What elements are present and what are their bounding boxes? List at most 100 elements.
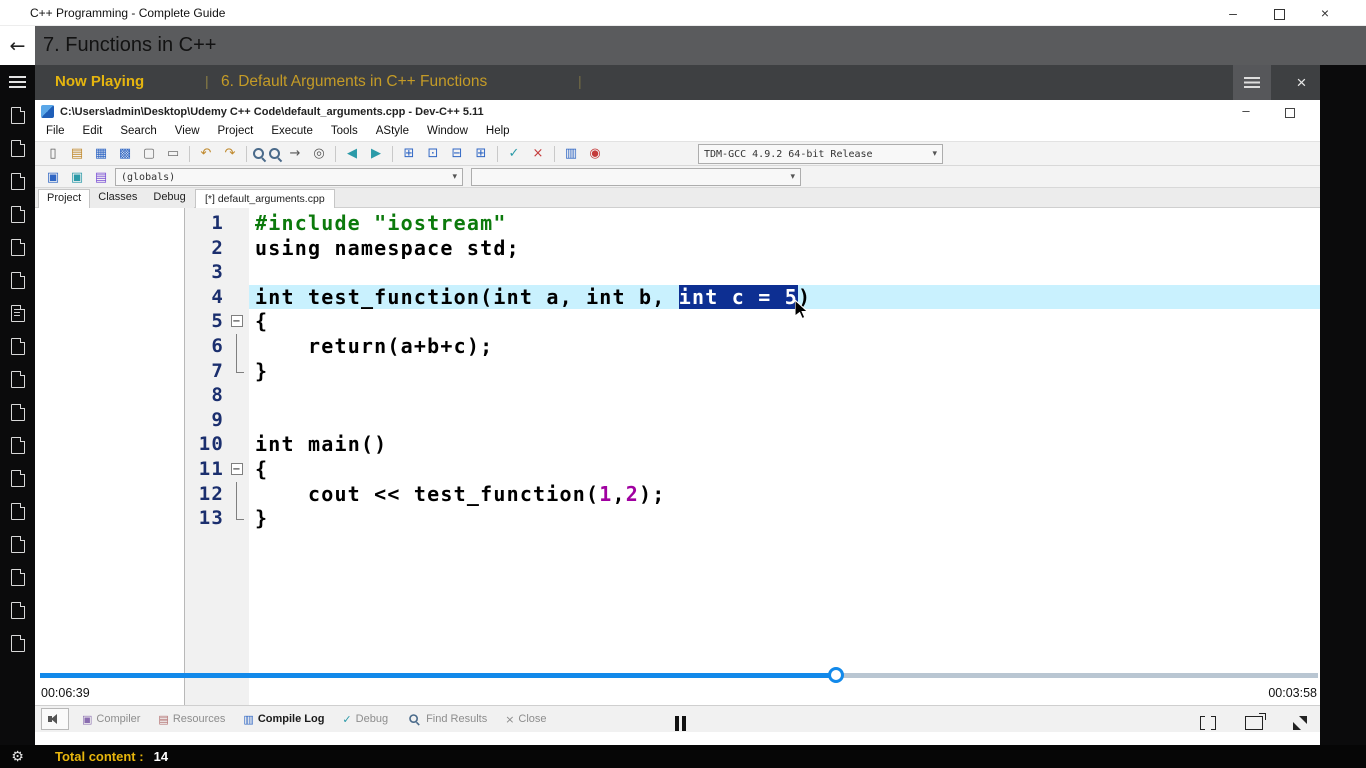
fold-start-marker[interactable] xyxy=(227,309,249,334)
menu-item-help[interactable]: Help xyxy=(477,124,519,141)
bottom-tab-debug[interactable]: ✓Debug xyxy=(333,706,397,732)
goto-line-icon[interactable]: → xyxy=(283,144,307,163)
menu-item-search[interactable]: Search xyxy=(111,124,165,141)
bottom-tab-compile-log[interactable]: ▥Compile Log xyxy=(234,706,333,732)
menu-item-astyle[interactable]: AStyle xyxy=(367,124,418,141)
incremental-search-icon[interactable]: ◎ xyxy=(307,144,331,163)
playlist-button[interactable] xyxy=(1233,65,1271,100)
menu-button[interactable] xyxy=(0,65,35,99)
sidebar-doc-9[interactable] xyxy=(9,371,26,388)
add-to-project-icon[interactable]: ⊟ xyxy=(445,144,469,163)
sidebar-doc-8[interactable] xyxy=(9,338,26,355)
forward-icon[interactable]: ▶ xyxy=(364,144,388,163)
bottom-tab-close[interactable]: ×Close xyxy=(496,706,555,732)
code-line-1[interactable]: 1#include "iostream" xyxy=(185,211,1320,236)
video-frame[interactable]: C:\Users\admin\Desktop\Udemy C++ Code\de… xyxy=(35,100,1320,745)
redo-icon[interactable]: ↷ xyxy=(218,144,242,163)
code-segment: b, xyxy=(626,285,679,309)
panel-tab-debug[interactable]: Debug xyxy=(145,189,193,208)
back-button[interactable]: ← xyxy=(0,26,35,65)
sidebar-doc-7[interactable] xyxy=(9,305,26,322)
fullscreen-button[interactable] xyxy=(1287,710,1313,736)
close-file-icon[interactable]: ▢ xyxy=(137,144,161,163)
project-options-icon[interactable]: ⊞ xyxy=(469,144,493,163)
members-select[interactable]: ▾ xyxy=(471,168,801,186)
sidebar-doc-16[interactable] xyxy=(9,602,26,619)
seek-bar[interactable] xyxy=(40,673,1318,678)
print-icon[interactable]: ▭ xyxy=(161,144,185,163)
code-line-8[interactable]: 8 xyxy=(185,383,1320,408)
code-line-10[interactable]: 10int main() xyxy=(185,432,1320,457)
profile-icon[interactable]: ▥ xyxy=(559,144,583,163)
syntax-check-icon[interactable]: ✓ xyxy=(502,144,526,163)
replace-icon[interactable] xyxy=(267,146,283,162)
new-project-icon[interactable]: ⊞ xyxy=(397,144,421,163)
sidebar-doc-12[interactable] xyxy=(9,470,26,487)
save-icon[interactable]: ▦ xyxy=(89,144,113,163)
new-file-icon[interactable]: ▯ xyxy=(41,144,65,163)
code-line-2[interactable]: 2using namespace std; xyxy=(185,236,1320,261)
back-icon[interactable]: ◀ xyxy=(340,144,364,163)
bottom-tab-compiler[interactable]: ▣Compiler xyxy=(73,706,149,732)
code-line-13[interactable]: 13} xyxy=(185,506,1320,531)
code-line-7[interactable]: 7} xyxy=(185,359,1320,384)
globals-select[interactable]: (globals) ▾ xyxy=(115,168,463,186)
code-line-3[interactable]: 3 xyxy=(185,260,1320,285)
abort-icon[interactable]: × xyxy=(526,144,550,163)
sidebar-doc-15[interactable] xyxy=(9,569,26,586)
menu-item-window[interactable]: Window xyxy=(418,124,477,141)
fit-screen-button[interactable] xyxy=(1195,710,1221,736)
panel-tab-classes[interactable]: Classes xyxy=(90,189,145,208)
goto-definition-icon[interactable]: ▣ xyxy=(65,168,89,187)
code-line-5[interactable]: 5{ xyxy=(185,309,1320,334)
speaker-button[interactable] xyxy=(41,708,69,730)
maximize-button[interactable] xyxy=(1256,0,1302,26)
minimize-button[interactable]: – xyxy=(1210,0,1256,26)
sidebar-doc-2[interactable] xyxy=(9,140,26,157)
sidebar-doc-3[interactable] xyxy=(9,173,26,190)
close-button[interactable]: × xyxy=(1302,0,1348,26)
menu-item-file[interactable]: File xyxy=(37,124,74,141)
code-line-12[interactable]: 12 cout << test_function(1,2); xyxy=(185,482,1320,507)
bottom-tab-resources[interactable]: ▤Resources xyxy=(149,706,234,732)
popout-button[interactable] xyxy=(1241,710,1267,736)
bottom-tab-find-results[interactable]: Find Results xyxy=(397,706,496,732)
code-line-11[interactable]: 11{ xyxy=(185,457,1320,482)
sidebar-doc-6[interactable] xyxy=(9,272,26,289)
pause-button[interactable] xyxy=(667,710,693,736)
devcpp-minimize-button[interactable]: – xyxy=(1231,103,1261,118)
close-video-button[interactable]: × xyxy=(1283,65,1320,100)
sidebar-doc-13[interactable] xyxy=(9,503,26,520)
panel-tab-project[interactable]: Project xyxy=(38,189,90,208)
fold-start-marker[interactable] xyxy=(227,457,249,482)
menu-item-execute[interactable]: Execute xyxy=(262,124,322,141)
menu-item-tools[interactable]: Tools xyxy=(322,124,367,141)
compiler-select[interactable]: TDM-GCC 4.9.2 64-bit Release ▾ xyxy=(698,144,943,164)
menu-item-view[interactable]: View xyxy=(166,124,209,141)
menu-item-project[interactable]: Project xyxy=(209,124,263,141)
undo-icon[interactable]: ↶ xyxy=(194,144,218,163)
editor-tab[interactable]: [*] default_arguments.cpp xyxy=(195,189,335,208)
settings-button[interactable]: ⚙ xyxy=(0,745,35,768)
sidebar-doc-5[interactable] xyxy=(9,239,26,256)
sidebar-doc-1[interactable] xyxy=(9,107,26,124)
code-line-4[interactable]: 4int test_function(int a, int b, int c =… xyxy=(185,285,1320,310)
class-browser-icon[interactable]: ▤ xyxy=(89,168,113,187)
code-line-9[interactable]: 9 xyxy=(185,408,1320,433)
profiling-icon[interactable]: ◉ xyxy=(583,144,607,163)
open-project-icon[interactable]: ⊡ xyxy=(421,144,445,163)
sidebar-doc-17[interactable] xyxy=(9,635,26,652)
save-all-icon[interactable]: ▩ xyxy=(113,144,137,163)
open-file-icon[interactable]: ▤ xyxy=(65,144,89,163)
sidebar-doc-4[interactable] xyxy=(9,206,26,223)
devcpp-maximize-button[interactable] xyxy=(1275,105,1305,123)
menu-item-edit[interactable]: Edit xyxy=(74,124,112,141)
selected-code: int c = 5 xyxy=(679,285,798,309)
code-line-6[interactable]: 6 return(a+b+c); xyxy=(185,334,1320,359)
goto-declaration-icon[interactable]: ▣ xyxy=(41,168,65,187)
sidebar-doc-10[interactable] xyxy=(9,404,26,421)
sidebar-doc-14[interactable] xyxy=(9,536,26,553)
sidebar-doc-11[interactable] xyxy=(9,437,26,454)
find-icon[interactable] xyxy=(251,146,267,162)
code-text: } xyxy=(249,506,1320,531)
